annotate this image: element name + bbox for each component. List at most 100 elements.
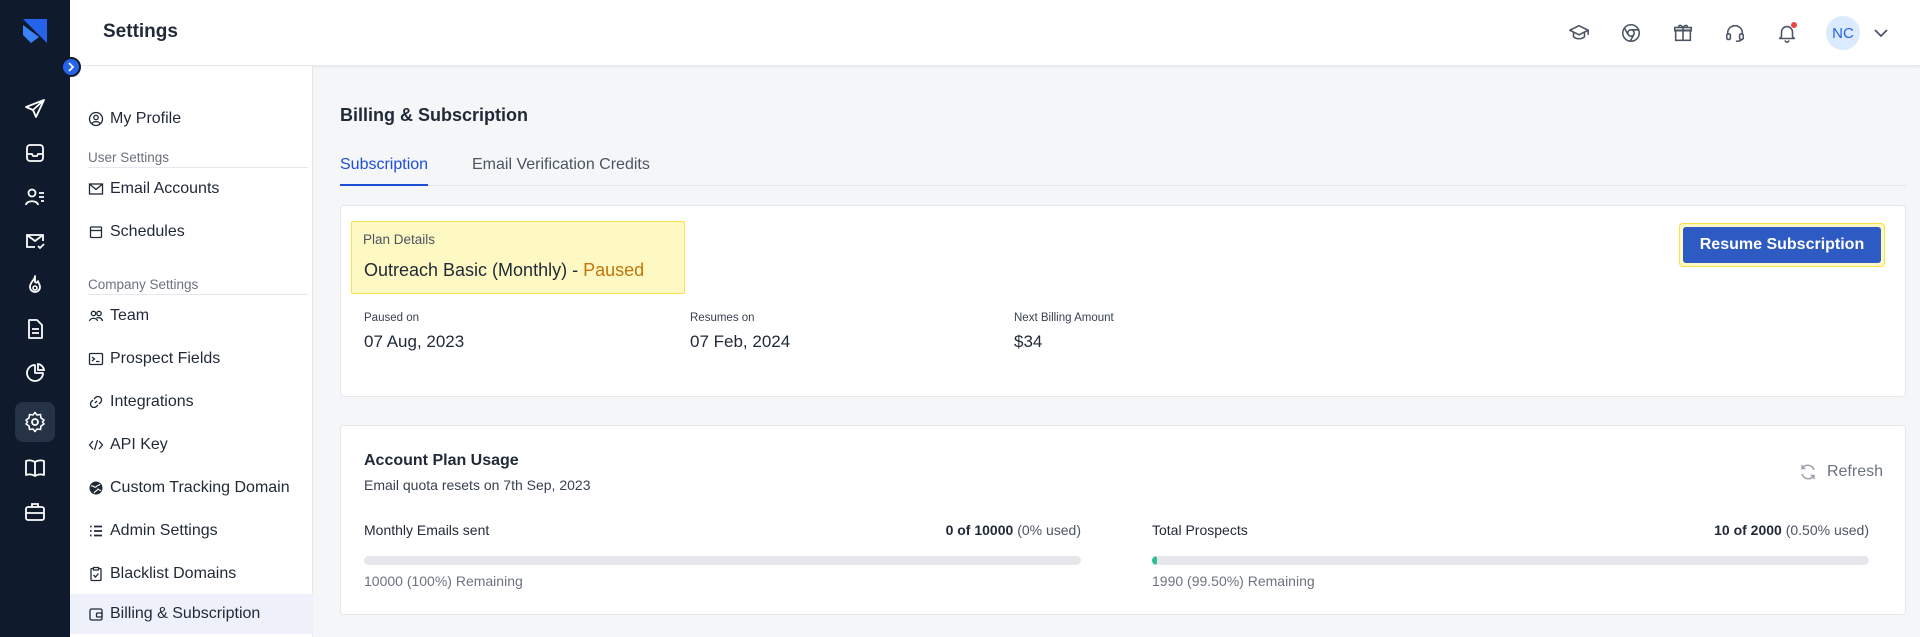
plan-status: Paused [583,260,645,280]
gift-button[interactable] [1670,20,1696,46]
chevron-down-icon[interactable] [1870,22,1892,44]
chrome-extension-button[interactable] [1618,20,1644,46]
sidebar-item-billing-subscription[interactable]: Billing & Subscription [70,594,313,634]
sidebar-item-label: Blacklist Domains [110,565,237,582]
next-billing-value: $34 [1014,332,1043,351]
prospects-progress-fill [1152,556,1158,565]
book-icon [25,459,45,477]
resume-highlight: Resume Subscription [1679,223,1885,267]
briefcase-icon [25,503,45,521]
prospects-count: 10 of 2000 (0.50% used) [1714,522,1869,538]
next-billing-label: Next Billing Amount [1014,312,1114,324]
list-icon [90,525,102,537]
plan-details-card: Plan Details Outreach Basic (Monthly) - … [340,205,1906,397]
prospects-remaining: 1990 (99.50%) Remaining [1152,573,1315,589]
calendar-icon [89,226,103,239]
expand-sidebar-button[interactable] [61,57,81,77]
rail-agency[interactable] [15,492,55,532]
rail-prospects[interactable] [15,177,55,217]
sidebar-item-email-accounts[interactable]: Email Accounts [88,176,219,202]
prospects-percent: (0.50% used) [1785,522,1869,538]
sidebar-item-label: Billing & Subscription [110,605,261,622]
sidebar-item-my-profile[interactable]: My Profile [88,106,181,132]
resumes-on-label: Resumes on [690,312,755,324]
rail-campaigns[interactable] [15,89,55,129]
page-header-title: Settings [103,21,178,42]
emails-percent: (0% used) [1017,522,1081,538]
prospects-meter: Total Prospects 10 of 2000 (0.50% used) … [1152,522,1869,589]
refresh-button[interactable]: Refresh [1798,462,1883,482]
sidebar-item-label: Prospect Fields [110,350,221,367]
sidebar-item-blacklist-domains[interactable]: Blacklist Domains [88,561,236,587]
settings-sidebar: My Profile User Settings Email Accounts … [70,66,313,637]
rail-warmup[interactable] [15,265,55,305]
terminal-icon [88,352,104,366]
rail-templates[interactable] [15,309,55,349]
rail-email-verify[interactable] [15,221,55,261]
plan-details-box: Plan Details Outreach Basic (Monthly) - … [351,221,685,294]
user-settings-heading: User Settings [88,150,308,168]
sidebar-item-label: Admin Settings [110,522,218,539]
prospects-progress-bar [1152,556,1869,565]
next-billing-field: Next Billing Amount $34 [1014,312,1114,352]
tab-subscription[interactable]: Subscription [340,156,429,186]
sidebar-item-label: Integrations [110,393,194,410]
wallet-icon [89,608,103,621]
sidebar-item-label: Email Accounts [110,180,220,197]
plan-name-text: Outreach Basic (Monthly) - [364,260,584,280]
usage-title: Account Plan Usage [364,452,519,469]
sidebar-item-label: My Profile [110,110,182,127]
sidebar-item-admin-settings[interactable]: Admin Settings [88,518,218,544]
paused-on-field: Paused on 07 Aug, 2023 [364,312,464,352]
sidebar-item-prospect-fields[interactable]: Prospect Fields [88,346,220,372]
pie-chart-icon [26,362,46,382]
prospects-label: Total Prospects [1152,522,1248,538]
envelope-icon [88,183,104,195]
rail-help[interactable] [15,448,55,488]
left-rail [0,0,81,637]
user-circle-icon [88,111,104,127]
sidebar-item-team[interactable]: Team [88,303,149,329]
sidebar-item-integrations[interactable]: Integrations [88,389,194,415]
send-icon [25,99,45,118]
resumes-on-value: 07 Feb, 2024 [690,332,791,351]
sidebar-item-label: Team [110,307,150,324]
rail-reports[interactable] [15,353,55,393]
link-icon [89,395,103,409]
email-check-icon [26,234,45,250]
sidebar-item-schedules[interactable]: Schedules [88,219,185,245]
page-title: Billing & Subscription [340,105,528,125]
support-button[interactable] [1722,20,1748,46]
chrome-icon [1621,23,1641,43]
plan-name: Outreach Basic (Monthly) - Paused [364,260,644,281]
fire-icon [29,275,41,293]
graduation-cap-icon [1569,24,1589,40]
sidebar-item-label: Custom Tracking Domain [110,479,290,496]
notification-dot [1791,22,1797,28]
clipboard-icon [90,566,102,582]
notifications-button[interactable] [1774,20,1800,46]
rail-inbox[interactable] [15,133,55,173]
prospects-icon [25,188,44,206]
emails-remaining: 10000 (100%) Remaining [364,573,523,589]
sidebar-item-custom-tracking-domain[interactable]: Custom Tracking Domain [88,475,290,501]
prospects-count-value: 10 of 2000 [1714,522,1782,538]
tab-email-verification-credits[interactable]: Email Verification Credits [472,156,650,184]
emails-meter: Monthly Emails sent 0 of 10000 (0% used)… [364,522,1081,589]
main-content: Billing & Subscription Subscription Emai… [313,66,1920,637]
resume-subscription-button[interactable]: Resume Subscription [1683,227,1881,263]
academy-button[interactable] [1566,20,1592,46]
emails-count-value: 0 of 10000 [945,522,1014,538]
paused-on-value: 07 Aug, 2023 [364,332,465,351]
emails-progress-bar [364,556,1081,565]
refresh-icon [1801,464,1815,480]
sidebar-item-api-key[interactable]: API Key [88,432,168,458]
resumes-on-field: Resumes on 07 Feb, 2024 [690,312,790,352]
tabs-divider [340,185,1906,186]
sidebar-item-label: Schedules [110,223,185,240]
app-logo[interactable] [19,15,51,47]
rail-settings[interactable] [15,402,55,442]
gift-icon [1673,24,1693,42]
avatar[interactable]: NC [1826,16,1860,50]
gear-icon [25,411,45,433]
